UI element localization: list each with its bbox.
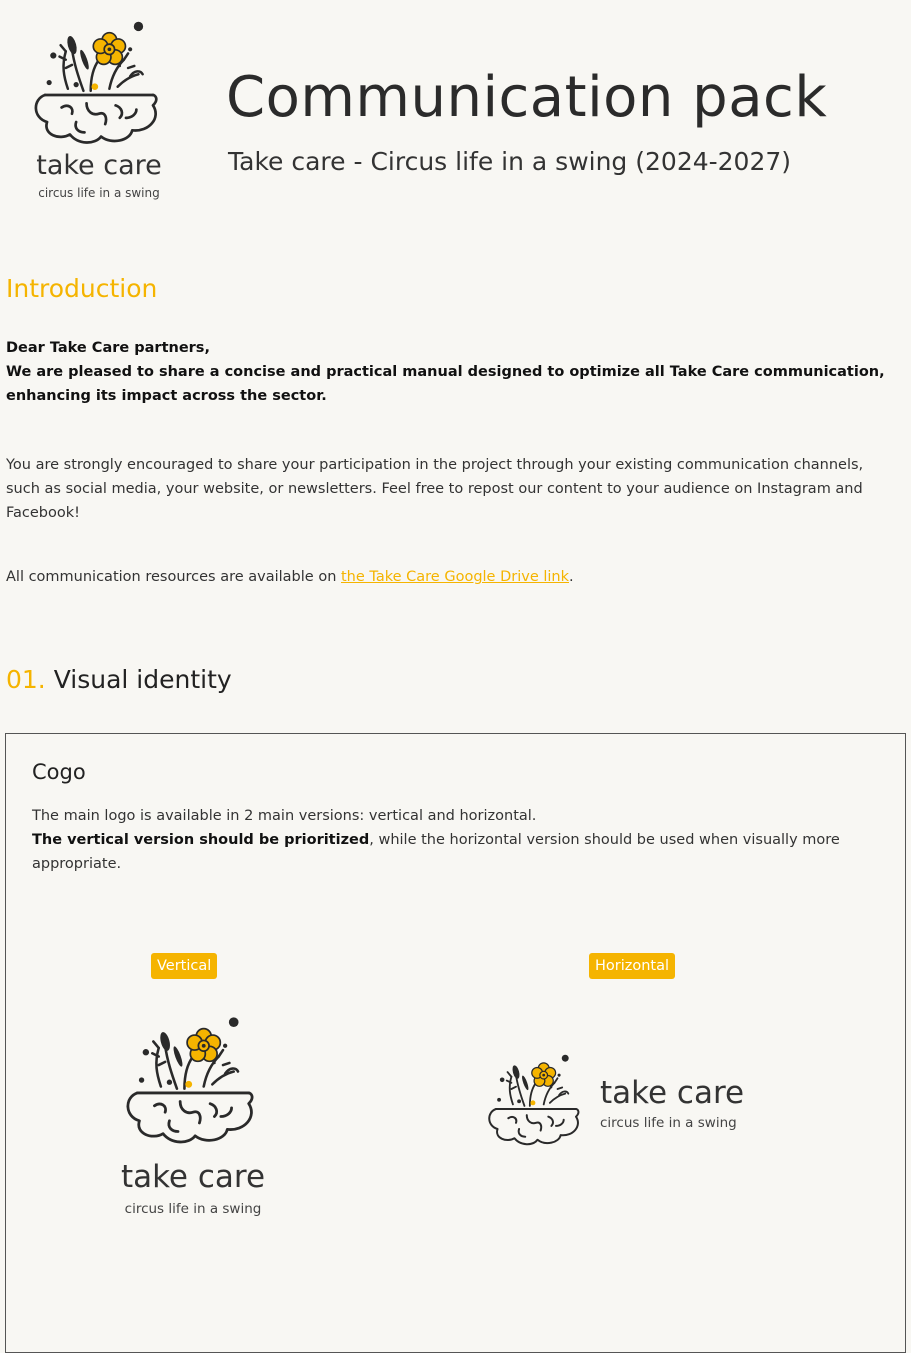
panel-line-1: The main logo is available in 2 main ver… <box>32 808 537 824</box>
intro-paragraph-2: All communication resources are availabl… <box>6 565 901 589</box>
panel-line-2: The vertical version should be prioritiz… <box>32 828 882 876</box>
google-drive-link[interactable]: the Take Care Google Drive link <box>341 569 569 585</box>
vertical-logo: take care circus life in a swing <box>108 1009 278 1239</box>
horizontal-logo: take care circus life in a swing <box>482 1049 792 1149</box>
intro-greeting: Dear Take Care partners, We are pleased … <box>6 336 896 408</box>
brand-tagline: circus life in a swing <box>38 186 160 200</box>
logo-panel: Cogo The main logo is available in 2 mai… <box>5 733 906 1353</box>
intro-paragraph-1: You are strongly encouraged to share you… <box>6 457 864 521</box>
panel-description: The main logo is available in 2 main ver… <box>32 804 882 876</box>
greeting-line-2: We are pleased to share a concise and pr… <box>6 364 885 404</box>
horizontal-brand-tagline: circus life in a swing <box>600 1115 737 1131</box>
page-subtitle: Take care - Circus life in a swing (2024… <box>228 147 792 176</box>
panel-line-2-bold: The vertical version should be prioritiz… <box>32 832 370 848</box>
header-logo: take care circus life in a swing <box>24 14 174 204</box>
vertical-badge: Vertical <box>151 953 218 979</box>
paragraph-2-prefix: All communication resources are availabl… <box>6 569 341 585</box>
section-title: Visual identity <box>53 665 232 694</box>
take-care-logo-icon <box>118 1009 268 1149</box>
horizontal-brand-name: take care <box>600 1075 745 1111</box>
intro-heading: Introduction <box>6 274 158 303</box>
take-care-logo-icon <box>24 14 174 149</box>
vertical-brand-tagline: circus life in a swing <box>124 1201 262 1217</box>
visual-identity-heading: 01. Visual identity <box>6 664 232 696</box>
page-title: Communication pack <box>226 65 828 130</box>
horizontal-badge: Horizontal <box>589 953 676 979</box>
brand-name: take care <box>36 150 162 181</box>
section-number: 01. <box>6 665 46 694</box>
vertical-brand-name: take care <box>120 1159 266 1195</box>
greeting-line-1: Dear Take Care partners, <box>6 340 210 356</box>
paragraph-2-suffix: . <box>569 569 574 585</box>
take-care-logo-icon <box>482 1049 590 1149</box>
panel-title: Cogo <box>32 760 86 784</box>
